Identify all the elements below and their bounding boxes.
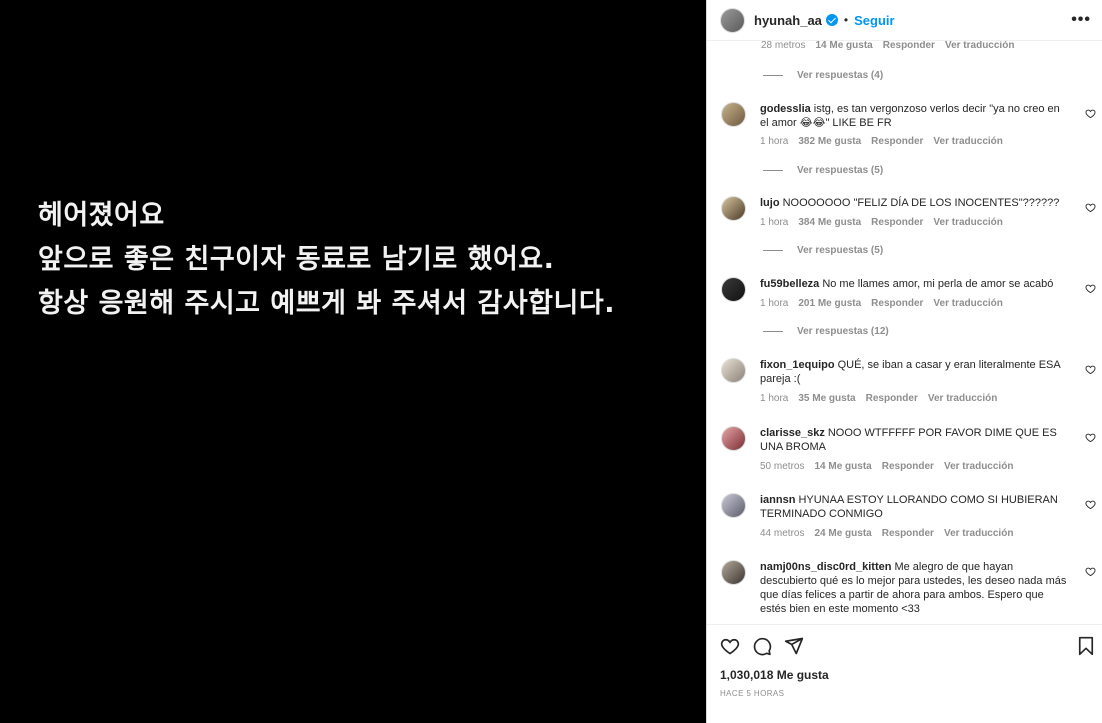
commenter-username[interactable]: iannsn: [760, 494, 795, 506]
comment-time: 1 hora: [760, 136, 789, 147]
view-replies-button[interactable]: Ver respuestas (5): [763, 245, 883, 256]
comments-list[interactable]: 28 metros 14 Me gusta Responder Ver trad…: [707, 41, 1102, 624]
commenter-avatar[interactable]: [721, 277, 746, 302]
comment-time: 1 hora: [760, 298, 789, 309]
commenter-avatar[interactable]: [721, 560, 746, 585]
comment-meta: 1 hora 201 Me gusta Responder Ver traduc…: [760, 298, 1003, 309]
comment-time: 50 metros: [760, 461, 805, 472]
comment-likes[interactable]: 384 Me gusta: [798, 217, 861, 228]
commenter-avatar[interactable]: [721, 196, 746, 221]
comment-time: 1 hora: [760, 217, 789, 228]
separator-dot: •: [843, 13, 849, 27]
translate-button[interactable]: Ver traducción: [933, 136, 1002, 147]
comment-text: fu59belleza No me llames amor, mi perla d…: [760, 277, 1070, 291]
like-comment-heart-icon[interactable]: [1085, 432, 1096, 443]
translate-button[interactable]: Ver traducción: [933, 217, 1002, 228]
translate-button[interactable]: Ver traducción: [944, 528, 1013, 539]
commenter-username[interactable]: godesslia: [760, 103, 811, 115]
commenter-avatar[interactable]: [721, 493, 746, 518]
author-avatar[interactable]: [720, 7, 745, 33]
share-icon[interactable]: [784, 636, 804, 656]
comment-meta: 1 hora 35 Me gusta Responder Ver traducc…: [760, 393, 997, 404]
comment-meta: 50 metros 14 Me gusta Responder Ver trad…: [760, 461, 1013, 472]
replies-line: [763, 250, 783, 251]
reply-button[interactable]: Responder: [883, 41, 935, 51]
reply-button[interactable]: Responder: [866, 393, 918, 404]
comment-time: 44 metros: [760, 528, 805, 539]
like-comment-heart-icon[interactable]: [1085, 566, 1096, 577]
post-header: hyunah_aa • Seguir •••: [707, 0, 1102, 41]
comment-time: 1 hora: [760, 393, 789, 404]
view-replies-label: Ver respuestas (5): [797, 245, 884, 256]
translate-button[interactable]: Ver traducción: [945, 41, 1014, 51]
view-replies-label: Ver respuestas (4): [797, 70, 884, 81]
comment-likes[interactable]: 382 Me gusta: [798, 136, 861, 147]
verified-icon: [825, 14, 838, 26]
comment-likes[interactable]: 24 Me gusta: [814, 528, 871, 539]
more-icon[interactable]: •••: [1071, 12, 1091, 28]
view-replies-button[interactable]: Ver respuestas (12): [763, 326, 889, 337]
commenter-avatar[interactable]: [721, 426, 746, 451]
commenter-avatar[interactable]: [721, 102, 746, 127]
comment-text: iannsn HYUNAA ESTOY LLORANDO COMO SI HUBI…: [760, 493, 1070, 521]
comments-panel: hyunah_aa • Seguir ••• 28 metros 14 Me g…: [706, 0, 1102, 723]
comment-time: 28 metros: [761, 41, 806, 51]
comment-meta: 44 metros 24 Me gusta Responder Ver trad…: [760, 528, 1013, 539]
comment-text: namj00ns_disc0rd_kitten Me alegro de que …: [760, 560, 1070, 616]
replies-line: [763, 331, 783, 332]
view-replies-button[interactable]: Ver respuestas (5): [763, 165, 883, 176]
commenter-username[interactable]: lujo: [760, 197, 780, 209]
comment-text: clarisse_skz NOOO WTFFFFF POR FAVOR DIME …: [760, 426, 1070, 454]
replies-line: [763, 170, 783, 171]
commenter-username[interactable]: fixon_1equipo: [760, 359, 835, 371]
commenter-avatar[interactable]: [721, 358, 746, 383]
heart-icon[interactable]: [720, 636, 740, 656]
translate-button[interactable]: Ver traducción: [928, 393, 997, 404]
post-text: 헤어졌어요 앞으로 좋은 친구이자 동료로 남기로 했어요. 항상 응원해 주시…: [38, 194, 615, 326]
like-comment-heart-icon[interactable]: [1085, 283, 1096, 294]
author-username[interactable]: hyunah_aa: [754, 13, 822, 28]
comment-meta: 1 hora 384 Me gusta Responder Ver traduc…: [760, 217, 1003, 228]
post-line-2: 앞으로 좋은 친구이자 동료로 남기로 했어요.: [38, 244, 555, 275]
follow-button[interactable]: Seguir: [854, 13, 894, 28]
view-replies-label: Ver respuestas (5): [797, 165, 884, 176]
view-replies-button[interactable]: Ver respuestas (4): [763, 70, 883, 81]
translate-button[interactable]: Ver traducción: [933, 298, 1002, 309]
reply-button[interactable]: Responder: [871, 136, 923, 147]
commenter-username[interactable]: fu59belleza: [760, 278, 819, 290]
comment-likes[interactable]: 14 Me gusta: [815, 41, 872, 51]
reply-button[interactable]: Responder: [882, 461, 934, 472]
comment-body: HYUNAA ESTOY LLORANDO COMO SI HUBIERAN T…: [760, 494, 1058, 520]
post-line-3: 항상 응원해 주시고 예쁘게 봐 주셔서 감사합니다.: [38, 288, 615, 319]
likes-count[interactable]: 1,030,018 Me gusta: [720, 668, 829, 682]
bookmark-icon[interactable]: [1076, 636, 1096, 656]
comment-likes[interactable]: 201 Me gusta: [798, 298, 861, 309]
reply-button[interactable]: Responder: [882, 528, 934, 539]
comment-body: No me llames amor, mi perla de amor se a…: [822, 278, 1054, 290]
commenter-username[interactable]: clarisse_skz: [760, 427, 825, 439]
comment-text: godesslia istg, es tan vergonzoso verlos …: [760, 102, 1070, 130]
post-actions: 1,030,018 Me gusta HACE 5 HORAS: [707, 624, 1102, 723]
comment-icon[interactable]: [752, 636, 772, 656]
comment-text: lujo NOOOOOOO "FELIZ DÍA DE LOS INOCENTES…: [760, 196, 1070, 210]
comment-body: NOOOOOOO "FELIZ DÍA DE LOS INOCENTES"???…: [782, 197, 1060, 209]
comment-likes[interactable]: 14 Me gusta: [814, 461, 871, 472]
reply-button[interactable]: Responder: [871, 217, 923, 228]
commenter-username[interactable]: namj00ns_disc0rd_kitten: [760, 561, 891, 573]
replies-line: [763, 75, 783, 76]
like-comment-heart-icon[interactable]: [1085, 202, 1096, 213]
like-comment-heart-icon[interactable]: [1085, 108, 1096, 119]
view-replies-label: Ver respuestas (12): [797, 326, 889, 337]
post-image: 헤어졌어요 앞으로 좋은 친구이자 동료로 남기로 했어요. 항상 응원해 주시…: [0, 0, 706, 723]
translate-button[interactable]: Ver traducción: [944, 461, 1013, 472]
like-comment-heart-icon[interactable]: [1085, 499, 1096, 510]
like-comment-heart-icon[interactable]: [1085, 364, 1096, 375]
post-line-1: 헤어졌어요: [38, 200, 165, 231]
comment-text: fixon_1equipo QUÉ, se iban a casar y eran…: [760, 358, 1070, 386]
comment-likes[interactable]: 35 Me gusta: [798, 393, 855, 404]
comment-meta: 1 hora 382 Me gusta Responder Ver traduc…: [760, 136, 1003, 147]
reply-button[interactable]: Responder: [871, 298, 923, 309]
post-time[interactable]: HACE 5 HORAS: [720, 689, 784, 698]
partial-comment-meta: 28 metros 14 Me gusta Responder Ver trad…: [761, 41, 1014, 51]
